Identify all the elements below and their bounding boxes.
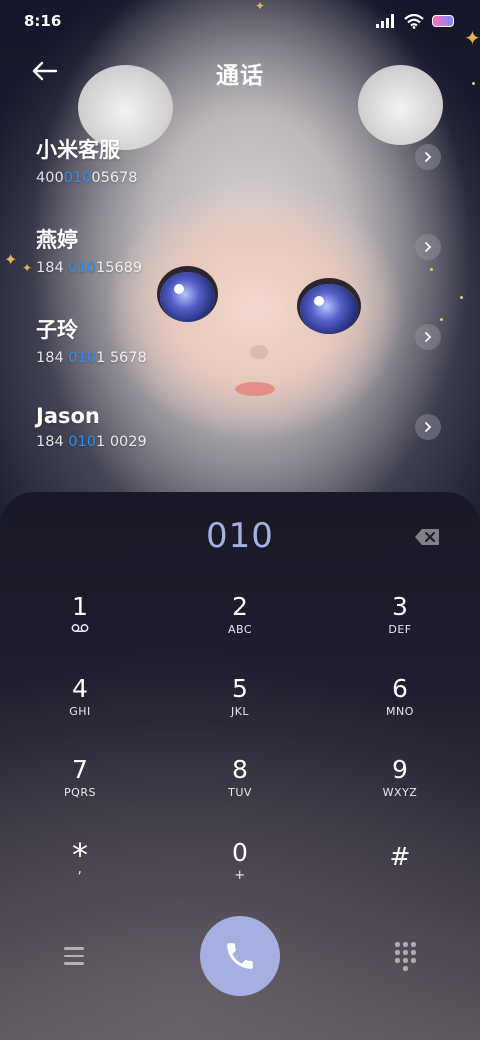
contact-name: 子玲: [36, 318, 78, 342]
menu-button[interactable]: [60, 942, 88, 970]
match-highlight: 010: [63, 170, 92, 186]
chevron-right-icon: [425, 152, 432, 162]
key-3[interactable]: 3 DEF: [340, 592, 460, 662]
status-icons: [376, 13, 454, 29]
chevron-right-icon: [425, 422, 432, 432]
key-star[interactable]: * ,: [20, 838, 140, 908]
contact-name: 小米客服: [36, 138, 120, 162]
wifi-icon: [404, 13, 424, 29]
contact-row[interactable]: 小米客服 40001005678: [0, 118, 480, 208]
dialer-bottom-bar: [0, 916, 480, 996]
match-highlight: 010: [68, 434, 96, 450]
match-highlight: 010: [68, 260, 96, 276]
contact-number: 184 0101 5678: [36, 350, 147, 366]
chevron-right-icon: [425, 242, 432, 252]
signal-icon: [376, 14, 394, 28]
voicemail-icon: [71, 623, 89, 637]
dialpad-toggle-button[interactable]: [393, 942, 419, 972]
key-7[interactable]: 7 PQRS: [20, 755, 140, 825]
contact-name: 燕婷: [36, 228, 78, 252]
key-1[interactable]: 1: [20, 592, 140, 662]
key-9[interactable]: 9 WXYZ: [340, 755, 460, 825]
contact-row[interactable]: 子玲 184 0101 5678: [0, 298, 480, 388]
phone-icon: [227, 943, 253, 969]
contact-name: Jason: [36, 404, 100, 428]
status-time: 8:16: [24, 12, 62, 30]
key-hash[interactable]: #: [340, 842, 460, 912]
key-6[interactable]: 6 MNO: [340, 674, 460, 744]
key-4[interactable]: 4 GHI: [20, 674, 140, 744]
dialer-panel: 010 1 2 ABC 3 DEF 4 GHI 5 JKL 6 MNO 7 PQ…: [0, 492, 480, 1040]
contact-row[interactable]: Jason 184 0101 0029: [0, 388, 480, 478]
battery-icon: [432, 15, 454, 27]
chevron-right-icon: [425, 332, 432, 342]
key-5[interactable]: 5 JKL: [180, 674, 300, 744]
contact-row[interactable]: 燕婷 184 01015689: [0, 208, 480, 298]
key-8[interactable]: 8 TUV: [180, 755, 300, 825]
backspace-button[interactable]: [412, 526, 442, 548]
contact-number: 40001005678: [36, 170, 138, 186]
key-2[interactable]: 2 ABC: [180, 592, 300, 662]
contact-detail-button[interactable]: [415, 324, 441, 350]
backspace-icon: [415, 529, 439, 545]
call-button[interactable]: [200, 916, 280, 996]
contact-detail-button[interactable]: [415, 234, 441, 260]
contact-detail-button[interactable]: [415, 144, 441, 170]
status-bar: 8:16: [0, 0, 480, 42]
header: 通话: [0, 48, 480, 92]
match-highlight: 010: [68, 350, 96, 366]
contact-number: 184 01015689: [36, 260, 143, 276]
dialed-number-display: 010: [206, 516, 274, 556]
page-title: 通话: [216, 63, 264, 89]
contact-detail-button[interactable]: [415, 414, 441, 440]
contact-number: 184 0101 0029: [36, 434, 147, 450]
contact-list: 小米客服 40001005678 燕婷 184 01015689 子玲 184 …: [0, 118, 480, 478]
key-0[interactable]: 0 +: [180, 838, 300, 908]
